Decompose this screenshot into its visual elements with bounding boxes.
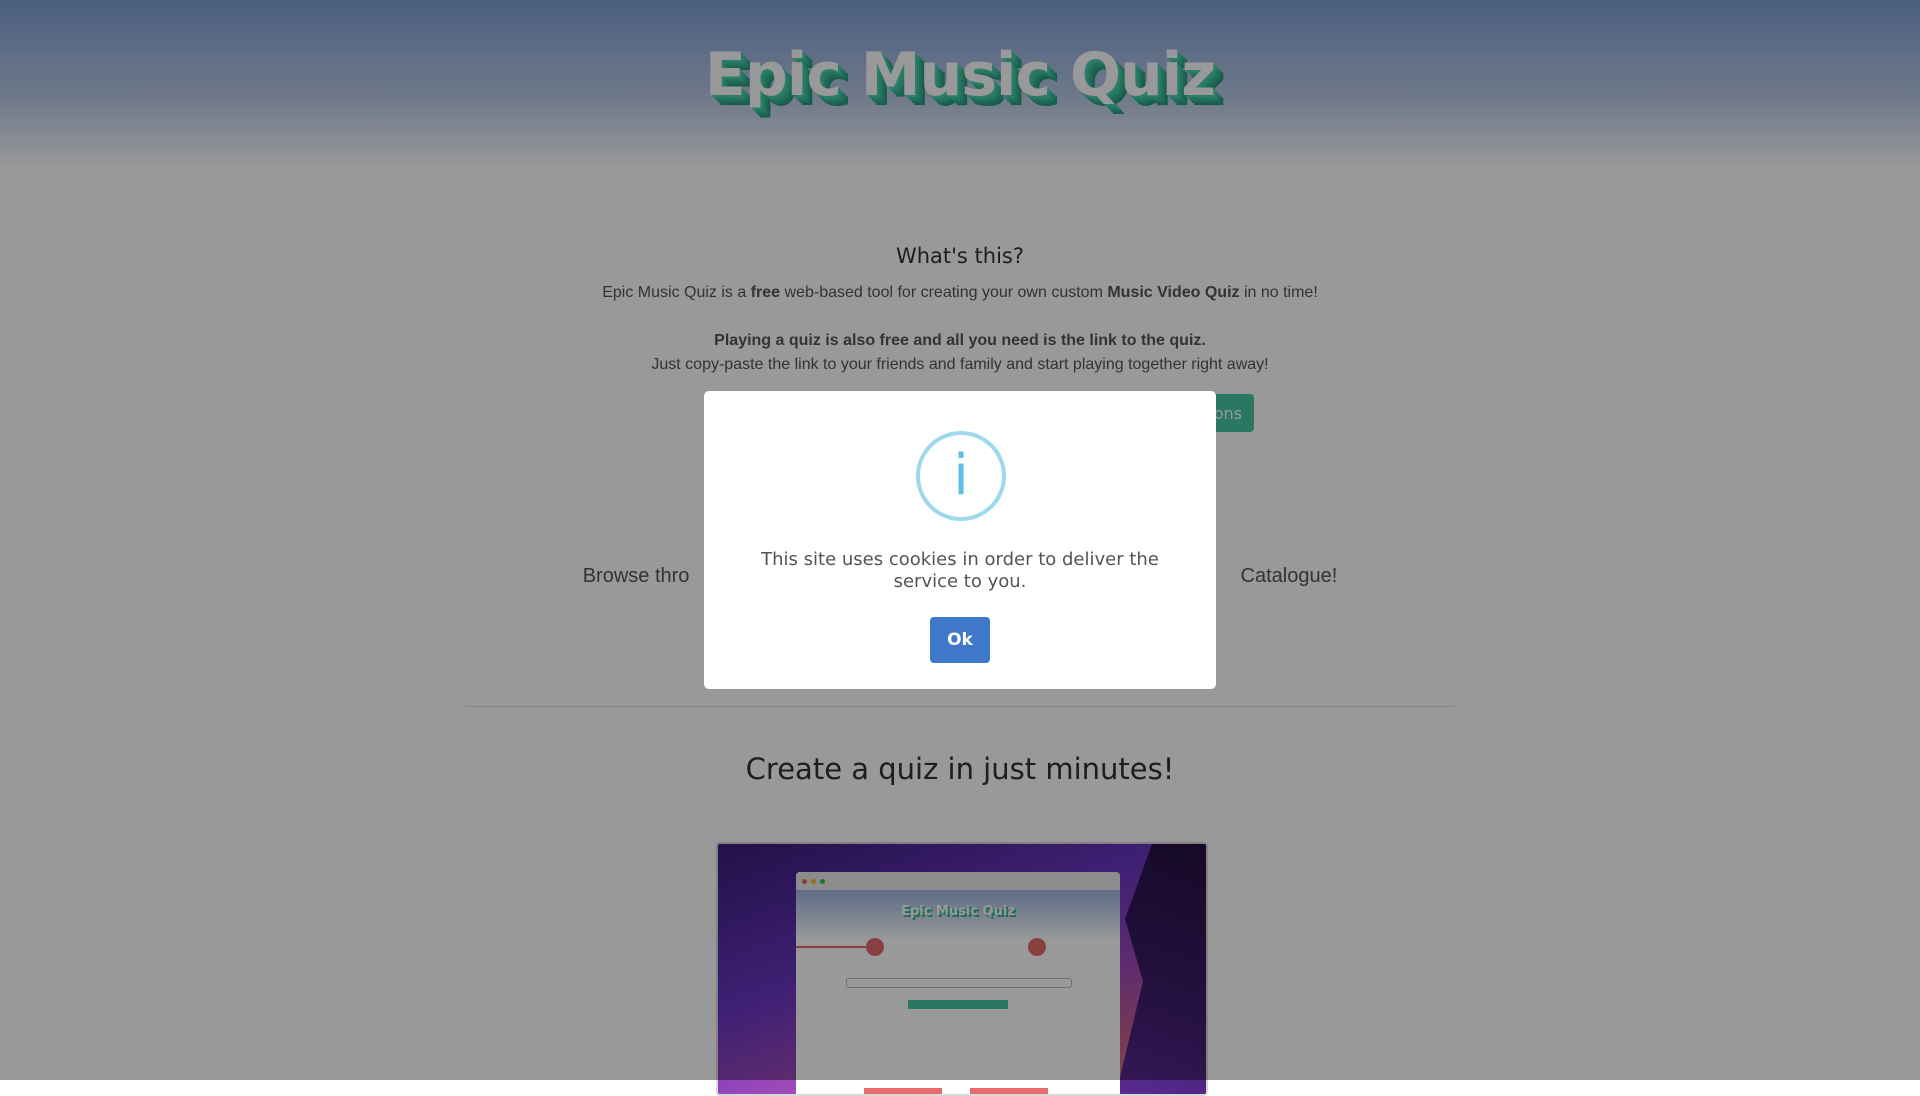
cookie-message: This site uses cookies in order to deliv…	[761, 549, 1159, 592]
ok-button[interactable]: Ok	[930, 617, 990, 663]
info-icon: i	[916, 431, 1006, 521]
info-icon-glyph: i	[953, 443, 969, 508]
preview-red-button	[864, 1088, 942, 1094]
preview-red-button	[970, 1088, 1048, 1094]
cookie-consent-dialog: i This site uses cookies in order to del…	[704, 391, 1216, 689]
